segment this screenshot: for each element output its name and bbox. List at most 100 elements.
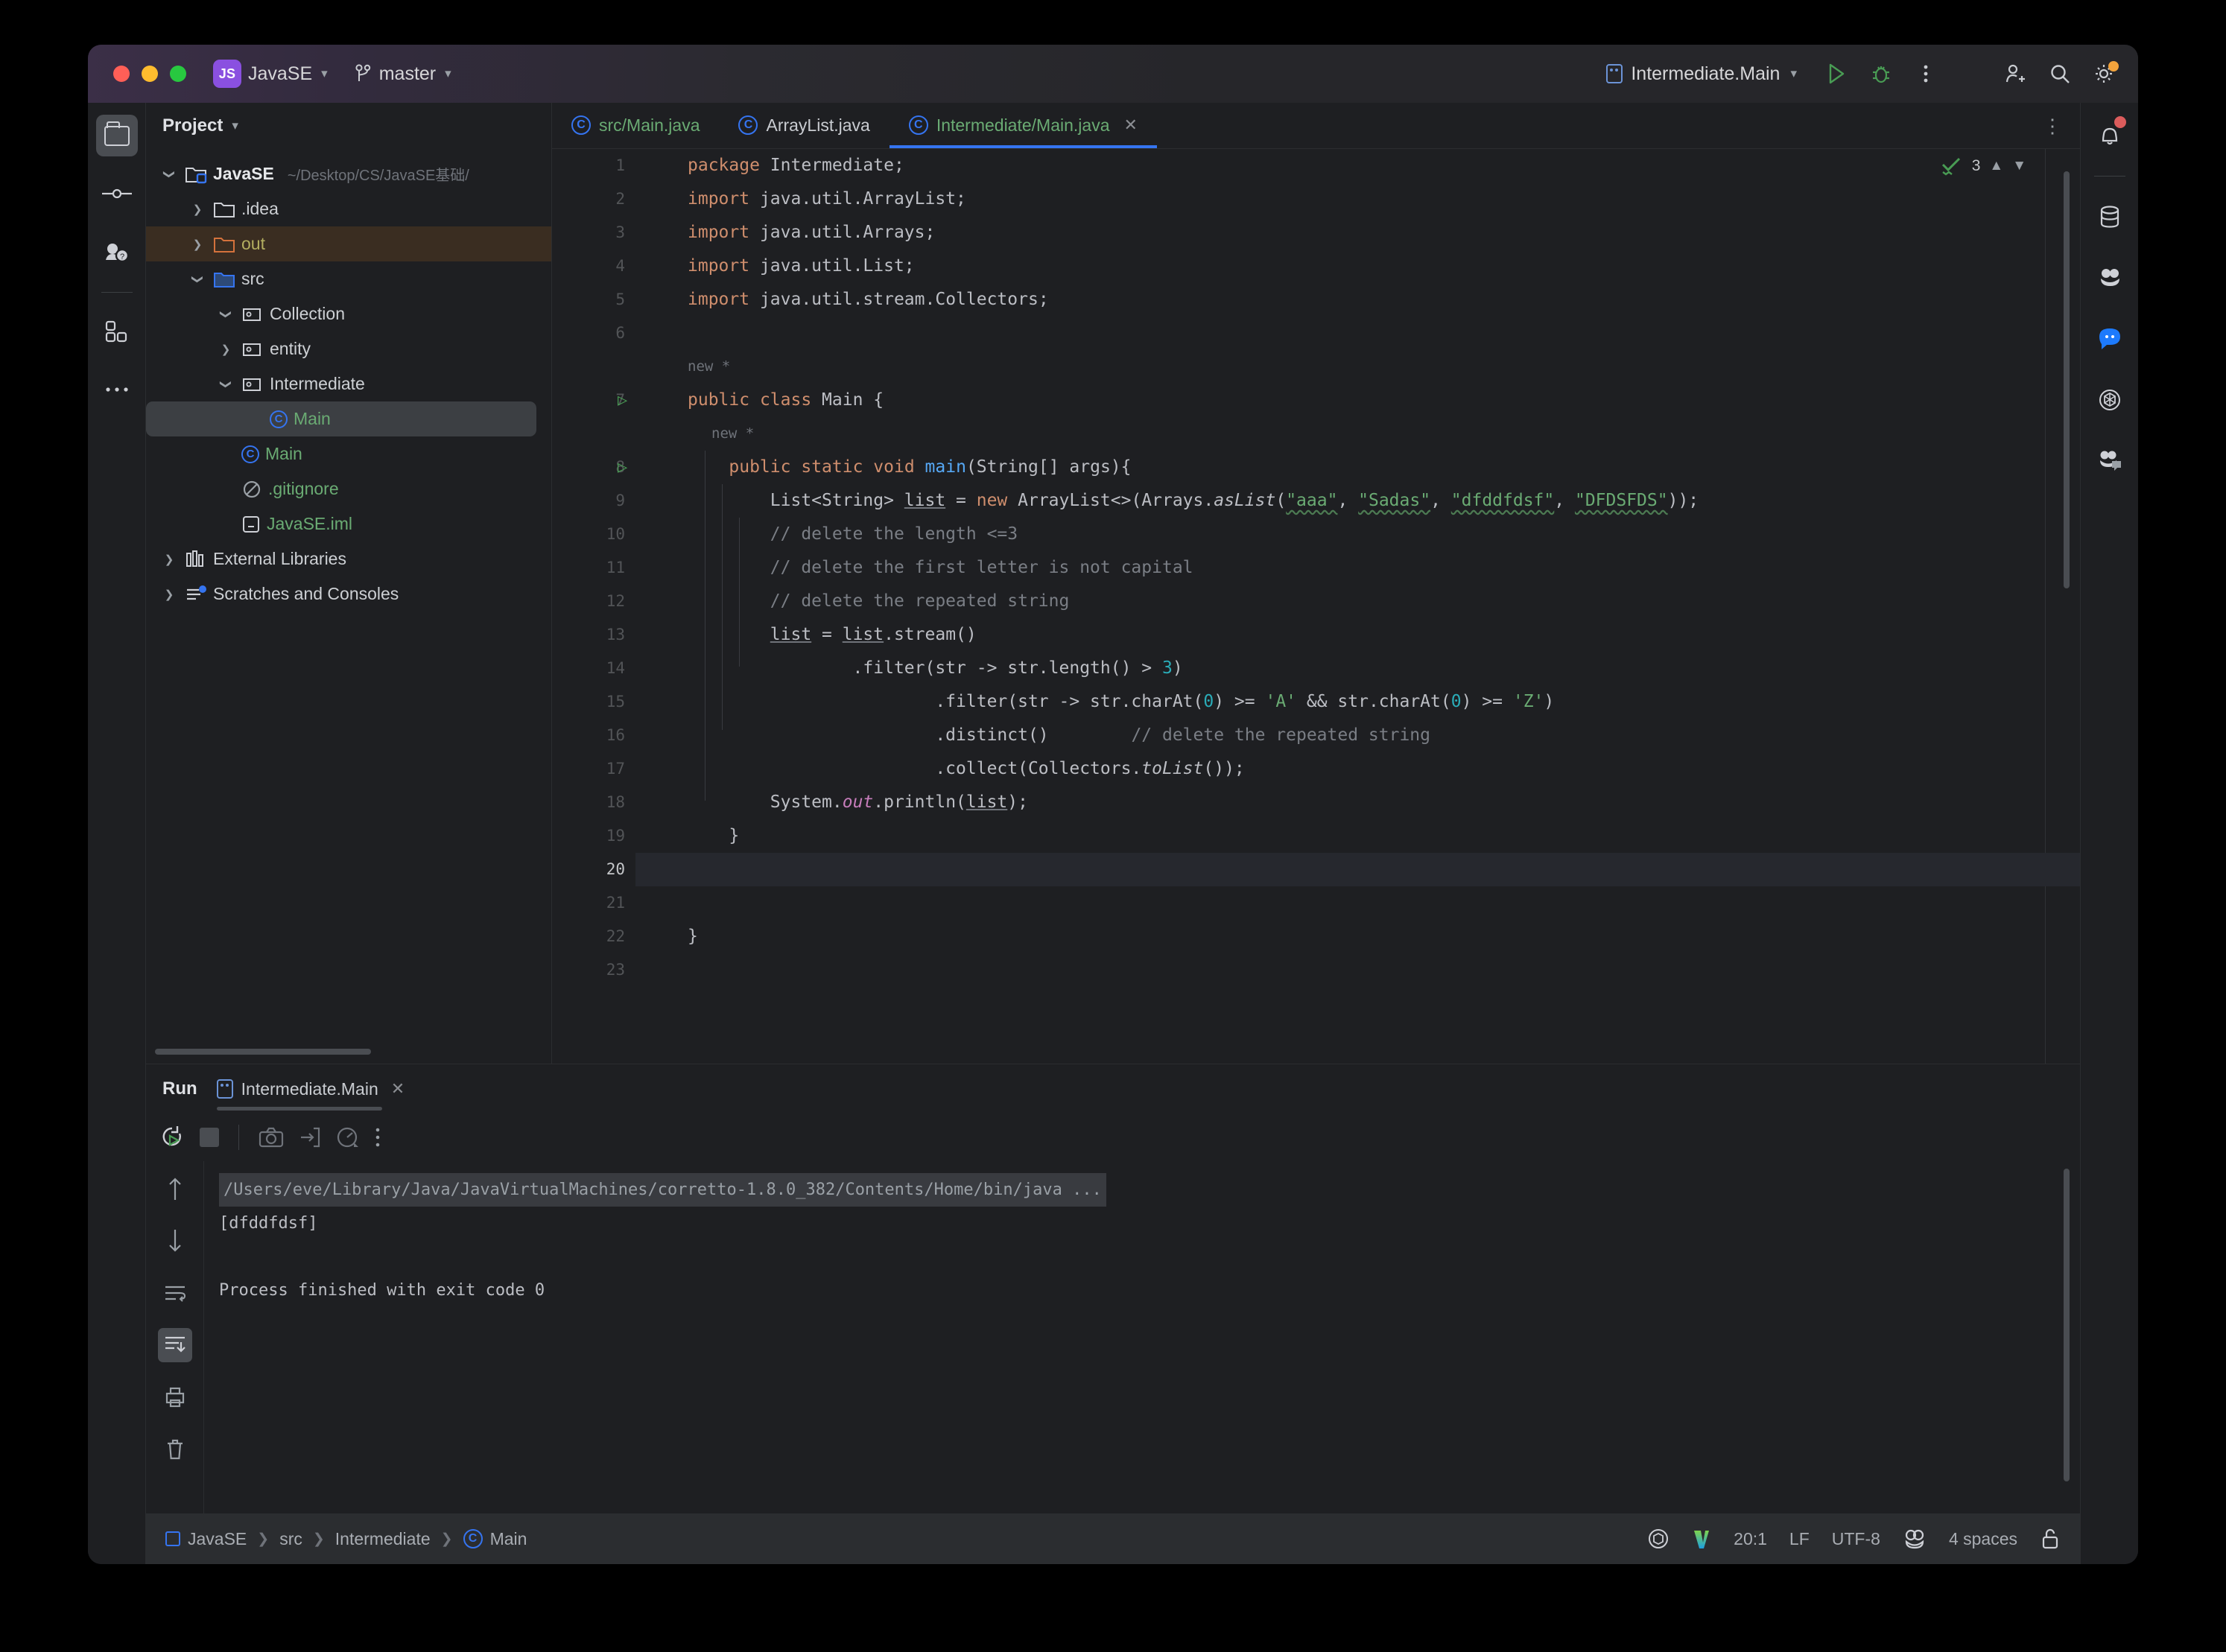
editor-tab-intermediate-main-java[interactable]: C Intermediate/Main.java ✕ [889,102,1158,148]
code-line[interactable] [635,853,2080,886]
tree-node-scratches-and-consoles[interactable]: ❯ Scratches and Consoles [146,576,551,611]
settings-button[interactable] [2087,57,2122,91]
code-line[interactable]: // delete the repeated string [635,585,2080,618]
console-scrollbar[interactable] [2064,1169,2070,1481]
tree-node--idea[interactable]: ❯ .idea [146,191,551,226]
code-line[interactable]: .collect(Collectors.toList()); [635,752,2080,786]
chevron-down-icon[interactable]: ❯ [216,378,235,391]
breadcrumb-item-intermediate[interactable]: Intermediate [335,1529,431,1549]
project-tree[interactable]: ❯ JavaSE ~/Desktop/CS/JavaSE基础/❯ .idea ❯ o… [146,149,551,1049]
code-line[interactable]: public class Main { [635,384,2080,417]
tree-node-javase-iml[interactable]: JavaSE.iml [146,506,551,541]
debug-button[interactable] [1864,57,1898,91]
close-icon[interactable]: ✕ [1124,115,1138,135]
code-line[interactable]: .distinct() // delete the repeated strin… [635,719,2080,752]
editor-options-icon[interactable]: ⋮ [2043,115,2064,138]
sidebar-item-commit[interactable] [96,173,138,215]
run-session-tab[interactable]: Intermediate.Main ✕ [216,1064,405,1113]
stop-icon[interactable] [200,1128,219,1147]
chevron-right-icon[interactable]: ❯ [188,238,207,251]
editor-tab-src-main-java[interactable]: Csrc/Main.java [552,102,719,148]
chevron-down-icon[interactable]: ❯ [188,273,207,286]
ai-assistant-icon[interactable] [1903,1528,1927,1549]
close-window-button[interactable] [113,66,130,82]
code-line[interactable]: .filter(str -> str.length() > 3) [635,652,2080,685]
sidebar-item-pull-requests[interactable]: ? [96,231,138,273]
tree-node-intermediate[interactable]: ❯ Intermediate [146,366,551,401]
chevron-right-icon[interactable]: ❯ [159,588,179,601]
run-gutter-icon[interactable]: ▷ [618,451,627,484]
caret-position[interactable]: 20:1 [1734,1529,1767,1549]
sidebar-item-ai-assistant[interactable] [2089,257,2131,299]
tree-node-external-libraries[interactable]: ❯ External Libraries [146,541,551,576]
rerun-icon[interactable] [159,1125,185,1150]
code-line[interactable] [635,317,2080,350]
breadcrumb-item-src[interactable]: src [279,1529,302,1549]
code-line[interactable]: } [635,920,2080,953]
tree-node-src[interactable]: ❯ src [146,261,551,296]
sidebar-item-openai[interactable] [2089,379,2131,421]
console-output[interactable]: /Users/eve/Library/Java/JavaVirtualMachi… [204,1161,2080,1513]
tree-node-entity[interactable]: ❯ entity [146,331,551,366]
code-line[interactable]: .filter(str -> str.charAt(0) >= 'A' && s… [635,685,2080,719]
profiler-icon[interactable] [336,1126,360,1149]
breadcrumb-item-main[interactable]: C Main [463,1529,527,1549]
lock-icon[interactable] [2040,1528,2061,1550]
add-collaborator-button[interactable] [1998,57,2032,91]
code-line[interactable] [635,886,2080,920]
sidebar-item-more[interactable] [96,369,138,410]
indent-setting[interactable]: 4 spaces [1949,1529,2017,1549]
code-line[interactable]: System.out.println(list); [635,786,2080,819]
editor-tab-arraylist-java[interactable]: C ArrayList.java [719,102,889,148]
code-line[interactable]: import java.util.Arrays; [635,216,2080,250]
code-line[interactable]: import java.util.ArrayList; [635,182,2080,216]
tree-node-javase[interactable]: ❯ JavaSE ~/Desktop/CS/JavaSE基础/ [146,156,551,191]
chevron-down-icon[interactable]: ❯ [159,168,179,181]
branch-selector[interactable]: master ▾ [355,63,451,85]
sidebar-item-database[interactable] [2089,196,2131,238]
print-button[interactable] [158,1380,192,1414]
tree-node--gitignore[interactable]: .gitignore [146,471,551,506]
code-line[interactable]: list = list.stream() [635,618,2080,652]
tree-node-out[interactable]: ❯ out [146,226,551,261]
code-line[interactable]: import java.util.List; [635,250,2080,283]
clear-console-button[interactable] [158,1432,192,1467]
code-line[interactable]: } [635,819,2080,853]
code-lines[interactable]: package Intermediate; import java.util.Ar… [635,149,2080,1064]
more-actions-button[interactable] [1909,57,1943,91]
project-selector[interactable]: JS JavaSE ▾ [213,60,328,88]
maximize-window-button[interactable] [170,66,186,82]
openai-icon[interactable] [1647,1528,1670,1550]
minimize-window-button[interactable] [142,66,158,82]
code-line[interactable]: List<String> list = new ArrayList<>(Arra… [635,484,2080,518]
run-configuration-selector[interactable]: Intermediate.Main ▾ [1606,63,1797,85]
run-button[interactable] [1819,57,1854,91]
sidebar-item-project[interactable] [95,115,138,156]
code-line[interactable] [635,953,2080,987]
chevron-right-icon[interactable]: ❯ [216,343,235,356]
project-horizontal-scrollbar[interactable] [155,1049,371,1055]
chevron-down-icon[interactable]: ❯ [216,308,235,321]
tree-node-main[interactable]: C Main [146,436,551,471]
sidebar-item-notifications[interactable] [2089,115,2131,156]
line-separator[interactable]: LF [1789,1529,1810,1549]
breadcrumb-item-javase[interactable]: JavaSE [165,1529,247,1549]
code-line[interactable]: // delete the length <=3 [635,518,2080,551]
export-icon[interactable] [299,1126,321,1149]
chevron-right-icon[interactable]: ❯ [159,553,179,566]
sidebar-item-ai-chat[interactable] [2089,440,2131,482]
tree-node-main[interactable]: C Main [146,401,536,436]
code-line[interactable]: // delete the first letter is not capita… [635,551,2080,585]
project-panel-header[interactable]: Project ▾ [146,103,551,149]
run-gutter-icon[interactable]: ▷ [618,384,627,417]
code-line[interactable]: public static void main(String[] args){ [635,451,2080,484]
scroll-to-end-button[interactable] [157,1328,192,1362]
tree-node-collection[interactable]: ❯ Collection [146,296,551,331]
chevron-right-icon[interactable]: ❯ [188,203,207,216]
scroll-down-button[interactable] [158,1224,192,1258]
vim-icon[interactable] [1692,1528,1711,1550]
soft-wrap-button[interactable] [158,1276,192,1310]
breadcrumb[interactable]: JavaSE ❯ src ❯ Intermediate ❯ C Main [165,1529,527,1549]
search-everywhere-button[interactable] [2043,57,2077,91]
close-icon[interactable]: ✕ [391,1079,405,1099]
